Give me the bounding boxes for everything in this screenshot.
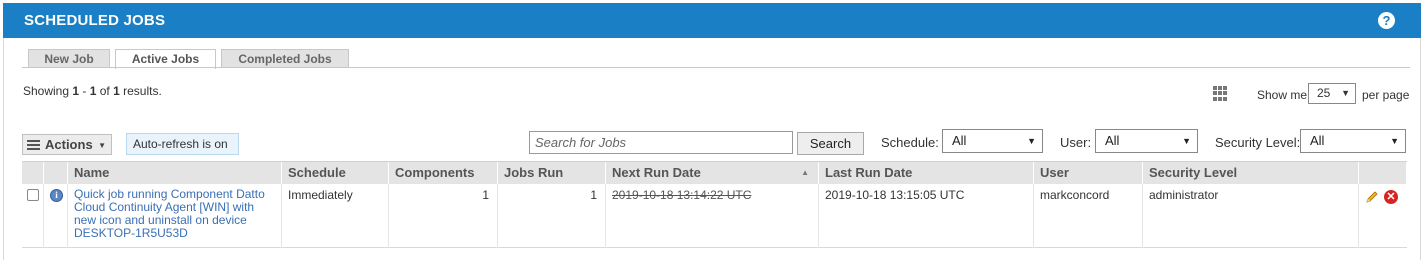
job-name-link[interactable]: Quick job running Component Datto Cloud … (74, 188, 270, 240)
user-filter-select[interactable]: All ▼ (1095, 129, 1198, 153)
jobs-run-cell: 1 (498, 184, 606, 248)
components-cell: 1 (389, 184, 498, 248)
results-of: of (96, 84, 114, 98)
column-header-components[interactable]: Components (389, 162, 498, 185)
next-run-date-value: 2019-10-18 13:14:22 UTC (612, 188, 752, 202)
chevron-down-icon: ▼ (1027, 136, 1036, 146)
results-total: 1 (113, 84, 120, 98)
table-header: Name Schedule Components Jobs Run Next R… (22, 161, 1407, 185)
info-icon[interactable]: i (50, 189, 63, 202)
row-info-cell: i (44, 184, 68, 248)
chevron-down-icon: ▼ (1390, 136, 1399, 146)
header-checkbox-col (22, 162, 44, 185)
last-run-date-cell: 2019-10-18 13:15:05 UTC (819, 184, 1034, 248)
page-title: SCHEDULED JOBS (24, 12, 166, 29)
list-icon (27, 140, 40, 150)
header-bar: SCHEDULED JOBS ? (3, 3, 1421, 38)
next-run-date-label: Next Run Date (612, 165, 701, 180)
column-header-name[interactable]: Name (68, 162, 282, 185)
security-level-cell: administrator (1143, 184, 1359, 248)
right-border (1420, 38, 1421, 260)
tab-new-job[interactable]: New Job (28, 49, 110, 68)
security-filter-label: Security Level: (1215, 135, 1301, 150)
tab-divider (22, 67, 1410, 68)
help-icon[interactable]: ? (1378, 12, 1395, 29)
tab-active-jobs[interactable]: Active Jobs (115, 49, 216, 69)
column-header-last-run-date[interactable]: Last Run Date (819, 162, 1034, 185)
row-checkbox[interactable] (27, 189, 39, 201)
left-border (3, 38, 4, 260)
schedule-filter-label: Schedule: (881, 135, 939, 150)
per-page-value: 25 (1317, 86, 1331, 100)
user-filter-value: All (1105, 133, 1120, 148)
jobs-table: Name Schedule Components Jobs Run Next R… (22, 161, 1407, 248)
edit-pencil-icon[interactable] (1365, 190, 1379, 204)
chevron-down-icon: ▼ (1182, 136, 1191, 146)
table-row: i Quick job running Component Datto Clou… (22, 184, 1407, 248)
actions-label: Actions (45, 137, 93, 152)
show-me-label: Show me (1257, 88, 1308, 102)
column-header-jobs-run[interactable]: Jobs Run (498, 162, 606, 185)
user-cell: markconcord (1034, 184, 1143, 248)
job-name-cell: Quick job running Component Datto Cloud … (68, 184, 282, 248)
auto-refresh-toggle[interactable]: Auto-refresh is on (126, 133, 239, 155)
column-header-user[interactable]: User (1034, 162, 1143, 185)
results-summary: Showing 1 - 1 of 1 results. (23, 84, 162, 98)
chevron-down-icon: ▼ (1341, 88, 1350, 98)
column-header-schedule[interactable]: Schedule (282, 162, 389, 185)
row-select-cell (22, 184, 44, 248)
column-header-next-run-date[interactable]: Next Run Date ▲ (606, 162, 819, 185)
chevron-down-icon: ▼ (98, 141, 106, 150)
grid-view-icon[interactable] (1213, 86, 1228, 101)
results-prefix: Showing (23, 84, 73, 98)
security-filter-value: All (1310, 133, 1325, 148)
header-info-col (44, 162, 68, 185)
per-page-select[interactable]: 25 ▼ (1308, 83, 1356, 104)
results-dash: - (79, 84, 90, 98)
search-input[interactable]: Search for Jobs (529, 131, 793, 154)
user-filter-label: User: (1060, 135, 1092, 150)
tab-completed-jobs[interactable]: Completed Jobs (221, 49, 349, 68)
scheduled-jobs-page: SCHEDULED JOBS ? New Job Active Jobs Com… (0, 0, 1423, 260)
actions-button[interactable]: Actions ▼ (22, 134, 112, 155)
security-filter-select[interactable]: All ▼ (1300, 129, 1406, 153)
search-button[interactable]: Search (797, 132, 864, 155)
sort-ascending-icon[interactable]: ▲ (801, 162, 809, 184)
results-suffix: results. (119, 84, 162, 98)
schedule-filter-select[interactable]: All ▼ (942, 129, 1043, 153)
column-header-security-level[interactable]: Security Level (1143, 162, 1359, 185)
header-actions-col (1359, 162, 1407, 185)
schedule-cell: Immediately (282, 184, 389, 248)
delete-icon[interactable]: ✕ (1384, 190, 1398, 204)
next-run-date-cell: 2019-10-18 13:14:22 UTC (606, 184, 819, 248)
schedule-filter-value: All (952, 133, 967, 148)
per-page-label: per page (1362, 88, 1410, 102)
